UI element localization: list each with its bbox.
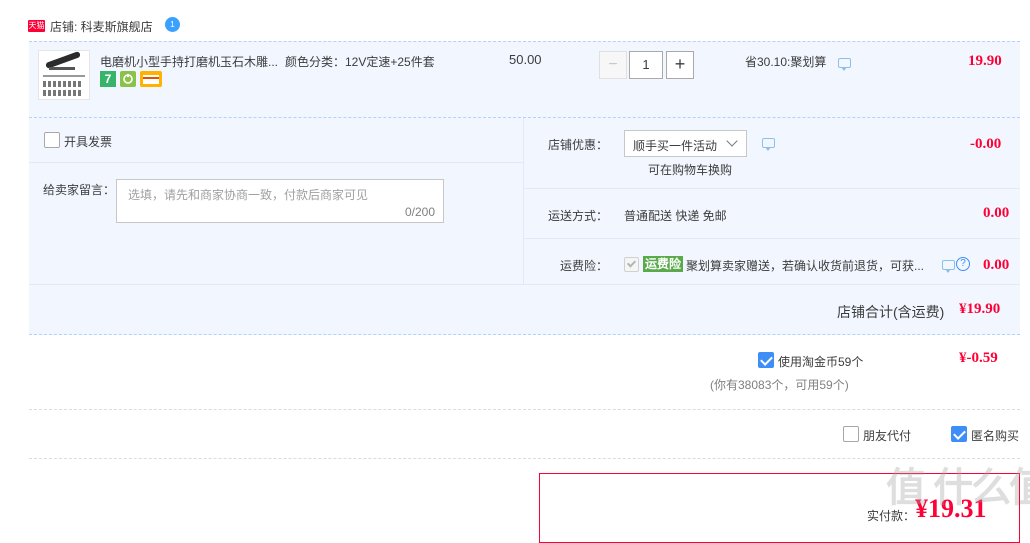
insurance-text: 聚划算卖家赠送，若确认收货前退货，可获...: [686, 259, 925, 273]
anonymous-checkbox[interactable]: [951, 426, 967, 442]
total-row-divider: [29, 284, 1020, 285]
increase-button[interactable]: +: [666, 51, 694, 79]
invoice-checkbox[interactable]: [44, 132, 60, 148]
insurance-message-icon[interactable]: [942, 260, 955, 273]
options-divider-top: [29, 409, 1020, 410]
quantity-stepper: − 1 +: [599, 51, 696, 79]
shop-total-amount: ¥19.90: [959, 301, 1001, 317]
taobao-coin-checkbox[interactable]: [758, 352, 774, 368]
discount-message-icon[interactable]: [762, 138, 775, 151]
help-icon[interactable]: ?: [956, 257, 970, 271]
product-thumbnail[interactable]: [38, 50, 90, 100]
remark-label: 给卖家留言：: [43, 183, 116, 197]
shop-total-label: 店铺合计(含运费): [837, 304, 945, 320]
invoice-label: 开具发票: [64, 135, 113, 149]
item-title[interactable]: 电磨机小型手持打磨机玉石木雕...: [100, 53, 278, 70]
insurance-amount: 0.00: [983, 257, 1010, 273]
unit-price: 50.00: [509, 52, 542, 67]
right-row-divider-2: [524, 238, 1020, 239]
shipping-amount: 0.00: [983, 205, 1010, 221]
chevron-down-icon: [726, 135, 738, 147]
promo-text: 省30.10:聚划算: [745, 55, 827, 69]
shop-name[interactable]: 店铺: 科麦斯旗舰店: [50, 18, 153, 35]
insurance-tag: 运费险: [643, 256, 684, 272]
shop-discount-selected: 顺手买一件活动: [633, 139, 718, 153]
guarantee-icon: [120, 71, 136, 87]
shipping-label: 运送方式：: [548, 209, 609, 223]
tmall-badge: 天猫: [28, 20, 45, 32]
friend-pay-label: 朋友代付: [863, 429, 912, 443]
quantity-input[interactable]: 1: [629, 51, 663, 79]
service-badges: 7: [100, 71, 170, 87]
anonymous-label: 匿名购买: [971, 429, 1020, 443]
column-divider: [523, 118, 524, 284]
shop-discount-amount: -0.00: [970, 136, 1002, 152]
item-sku: 颜色分类：12V定速+25件套: [285, 55, 435, 69]
item-subtotal: 19.90: [968, 53, 1002, 69]
remark-textarea[interactable]: 选填，请先和商家协商一致，付款后商家可见 0/200: [116, 179, 444, 223]
shop-header: 天猫 店铺: 科麦斯旗舰店 1: [28, 16, 428, 36]
taobao-coin-note: (你有38083个，可用59个): [710, 378, 849, 392]
promo-message-icon[interactable]: [838, 58, 851, 71]
shop-discount-select[interactable]: 顺手买一件活动: [624, 130, 747, 157]
taobao-coin-label: 使用淘金币59个: [778, 355, 864, 369]
shop-discount-label: 店铺优惠：: [548, 138, 609, 152]
left-row-divider: [29, 162, 523, 163]
shop-chat-icon[interactable]: 1: [165, 17, 180, 32]
remark-placeholder: 选填，请先和商家协商一致，付款后商家可见: [128, 188, 369, 202]
shop-discount-note: 可在购物车换购: [648, 163, 733, 177]
right-row-divider-1: [524, 188, 1020, 189]
remark-counter: 0/200: [404, 205, 435, 219]
credit-card-icon: [140, 71, 162, 87]
watermark-logo: 值 什么值得买: [886, 466, 1030, 510]
shipping-value: 普通配送 快递 免邮: [624, 209, 727, 223]
insurance-label: 运费险：: [560, 259, 609, 273]
friend-pay-checkbox[interactable]: [843, 426, 859, 442]
seven-day-return-icon: 7: [100, 71, 116, 87]
decrease-button[interactable]: −: [599, 51, 627, 79]
options-divider-bottom: [29, 458, 1020, 459]
taobao-coin-amount: ¥-0.59: [959, 350, 998, 366]
